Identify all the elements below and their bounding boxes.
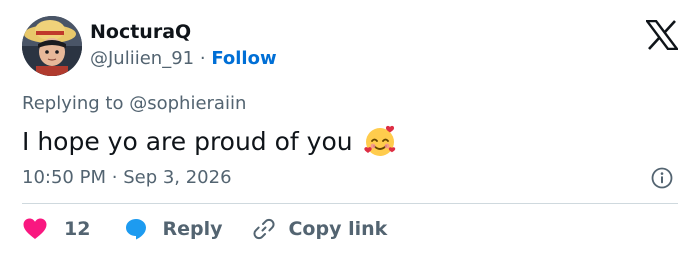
follow-button[interactable]: Follow [211,48,276,69]
copy-link-button[interactable]: Copy link [252,217,387,241]
reply-bubble-icon [126,219,147,240]
tweet-actions: 12 Reply Copy link [22,215,387,243]
reply-button[interactable]: Reply [124,217,222,241]
reply-label: Reply [162,218,223,240]
like-button[interactable]: 12 [22,217,90,241]
info-icon[interactable] [651,167,673,189]
heart-icon [23,218,47,239]
replying-to: Replying to @sophieraiin [22,93,246,114]
author-handle-row: @Juliien_91 · Follow [90,48,277,69]
tweet-date: Sep 3, 2026 [123,167,232,188]
tweet-time: 10:50 PM [22,167,106,188]
author-handle[interactable]: @Juliien_91 [90,48,194,69]
timestamp-separator: · [111,167,118,188]
tweet-body: I hope yo are proud of you [22,124,397,158]
avatar[interactable] [22,16,82,76]
divider [22,203,678,204]
copy-link-label: Copy link [288,218,388,240]
replying-to-handle[interactable]: @sophieraiin [129,93,246,114]
x-logo-icon[interactable] [646,20,678,50]
replying-to-prefix: Replying to [22,93,124,114]
author-display-name[interactable]: NocturaQ [90,21,191,43]
tweet-text: I hope yo are proud of you [22,126,353,156]
avatar-image [22,16,82,76]
like-count: 12 [64,218,91,240]
tweet-timestamp[interactable]: 10:50 PM · Sep 3, 2026 [22,167,232,188]
link-icon [253,218,276,240]
handle-separator: · [199,48,206,69]
smiling-face-with-hearts-icon [363,125,395,156]
